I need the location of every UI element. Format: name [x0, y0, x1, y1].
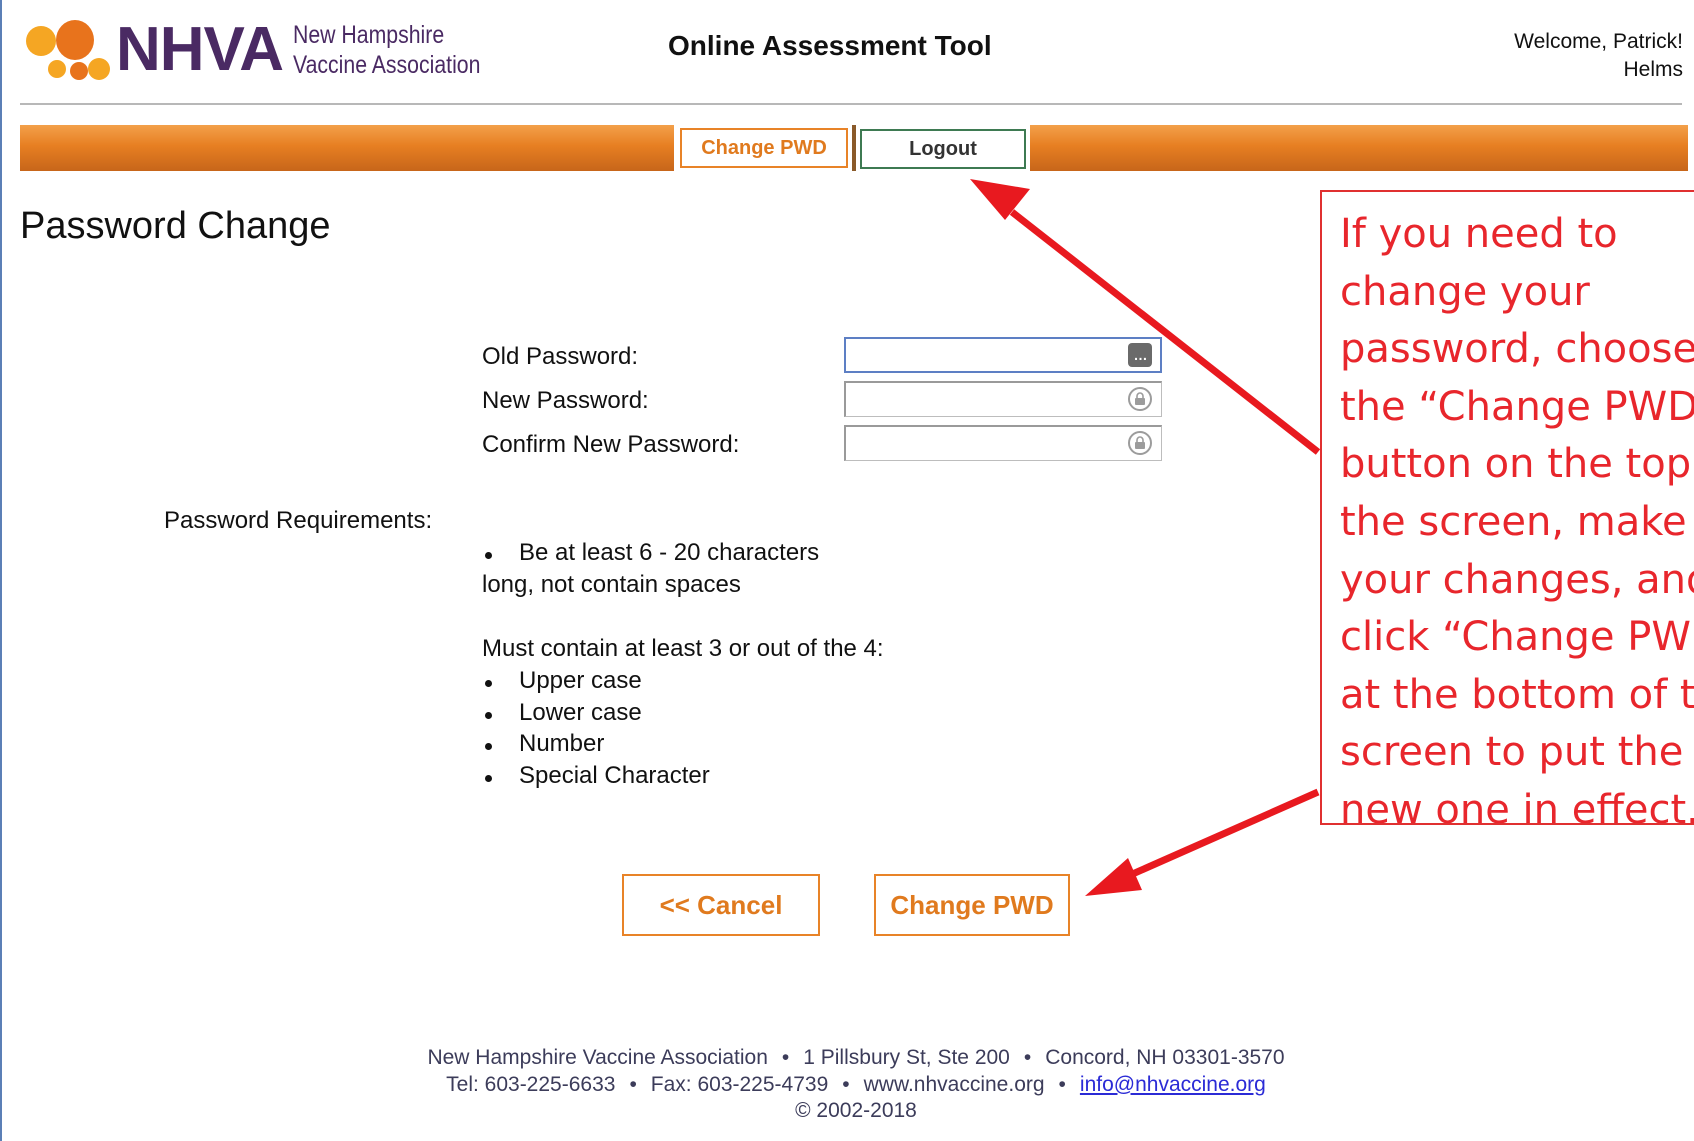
header-divider — [20, 103, 1682, 105]
bullet-icon — [485, 680, 492, 687]
welcome-message: Welcome, Patrick! Helms — [1514, 28, 1683, 84]
lock-icon[interactable] — [1128, 387, 1152, 411]
arrow-to-bottom-button-icon — [1085, 788, 1320, 896]
footer-copyright: © 2002-2018 — [795, 1099, 917, 1122]
welcome-line2: Helms — [1623, 58, 1683, 81]
requirement-item: Lower case — [519, 699, 642, 726]
lock-icon[interactable] — [1128, 431, 1152, 455]
old-password-input[interactable] — [844, 337, 1162, 373]
requirements-heading: Password Requirements: — [164, 507, 433, 534]
requirement-must-contain: Must contain at least 3 or out of the 4: — [482, 635, 884, 662]
footer-tel: Tel: 603-225-6633 — [446, 1072, 616, 1096]
requirement-item: Special Character — [519, 762, 710, 789]
requirement-length-line2: long, not contain spaces — [482, 571, 741, 598]
requirement-length-line1: Be at least 6 - 20 characters — [519, 539, 820, 566]
new-password-input[interactable] — [844, 381, 1162, 417]
logo-wordmark: NHVA — [116, 15, 284, 84]
bullet-icon — [485, 712, 492, 719]
app-title: Online Assessment Tool — [668, 30, 992, 61]
nav-change-pwd-button[interactable]: Change PWD — [680, 128, 848, 168]
confirm-password-label: Confirm New Password: — [482, 431, 740, 458]
nav-separator — [852, 125, 856, 171]
new-password-label: New Password: — [482, 387, 649, 414]
logo-subtitle-line2: Vaccine Association — [293, 51, 481, 79]
left-border — [0, 0, 2, 1141]
cancel-button[interactable]: << Cancel — [622, 874, 820, 936]
annotation-text: If you need to change your password, cho… — [1340, 211, 1694, 825]
footer-address: 1 Pillsbury St, Ste 200 — [803, 1046, 1010, 1069]
requirement-item: Number — [519, 730, 605, 757]
welcome-line1: Welcome, Patrick! — [1514, 30, 1683, 53]
page: NHVA New Hampshire Vaccine Association O… — [0, 0, 1694, 1141]
logo-subtitle-line1: New Hampshire — [293, 21, 445, 49]
change-pwd-button[interactable]: Change PWD — [874, 874, 1070, 936]
password-manager-icon[interactable]: … — [1128, 343, 1152, 367]
nhva-logo[interactable]: NHVA New Hampshire Vaccine Association — [26, 15, 514, 84]
bullet-icon — [485, 743, 492, 750]
confirm-password-input[interactable] — [844, 425, 1162, 461]
footer-contact-line: Tel: 603-225-6633 • Fax: 603-225-4739 • www.… — [446, 1072, 1266, 1096]
footer-website: www.nhvaccine.org — [863, 1072, 1045, 1096]
old-password-label: Old Password: — [482, 343, 639, 370]
footer-fax: Fax: 603-225-4739 — [650, 1072, 829, 1096]
footer-address-line: New Hampshire Vaccine Association • 1 Pill… — [427, 1046, 1285, 1069]
nav-logout-button[interactable]: Logout — [860, 129, 1026, 169]
requirement-item: Upper case — [519, 667, 642, 694]
page-title: Password Change — [20, 205, 331, 247]
footer-city: Concord, NH 03301-3570 — [1045, 1046, 1285, 1069]
logo-subtitle: New Hampshire Vaccine Association — [293, 20, 480, 80]
footer: New Hampshire Vaccine Association • 1 Pill… — [0, 1045, 1694, 1125]
bullet-icon — [485, 552, 492, 559]
balloon-logo-icon — [26, 20, 112, 80]
bullet-icon — [485, 775, 492, 782]
footer-org: New Hampshire Vaccine Association — [427, 1046, 768, 1069]
annotation-callout: If you need to change your password, cho… — [1320, 190, 1694, 825]
footer-email-link[interactable]: info@nhvaccine.org — [1080, 1073, 1266, 1096]
